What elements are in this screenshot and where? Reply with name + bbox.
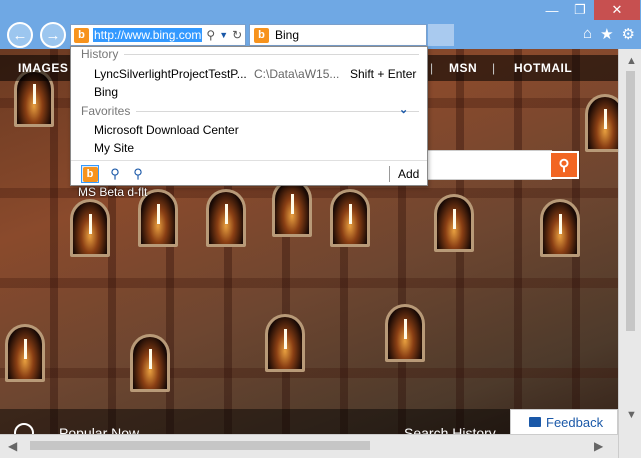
address-bar-dropdown: History LyncSilverlightProjectTestP... C…	[70, 46, 428, 186]
search-icon: ⚲	[110, 166, 120, 181]
nav-images-link[interactable]: IMAGES	[18, 61, 68, 75]
dropdown-arrow-icon[interactable]: ▼	[219, 30, 228, 40]
bing-icon: b	[82, 166, 98, 182]
minimize-button[interactable]: —	[538, 0, 566, 20]
new-tab-area[interactable]	[428, 24, 454, 46]
vertical-scroll-thumb[interactable]	[626, 71, 635, 331]
history-item-shortcut: Shift + Enter	[350, 67, 417, 81]
feedback-button[interactable]: Feedback	[510, 409, 618, 435]
scroll-right-icon[interactable]: ▶	[594, 439, 603, 453]
restore-button[interactable]: ❐	[566, 0, 594, 20]
back-button[interactable]: ←	[7, 22, 33, 48]
tab-bing[interactable]: b Bing	[249, 24, 427, 46]
favorite-item[interactable]: Microsoft Download Center	[94, 123, 239, 137]
scroll-left-icon[interactable]: ◀	[8, 439, 17, 453]
background-niche	[206, 189, 246, 247]
nav-separator: |	[430, 61, 434, 75]
nav-separator: |	[492, 61, 496, 75]
window-controls: — ❐ ✕	[538, 0, 640, 20]
search-provider-bar: b ⚲ ⚲ Add	[71, 160, 427, 186]
background-niche	[5, 324, 45, 382]
favorites-star-icon[interactable]: ★	[600, 25, 613, 43]
scroll-up-icon[interactable]: ▲	[626, 55, 637, 67]
address-bar[interactable]: b http://www.bing.com ⚲ ▼ ↻	[70, 24, 246, 46]
background-niche	[540, 199, 580, 257]
home-icon[interactable]: ⌂	[583, 25, 592, 43]
favorites-header-label: Favorites	[81, 104, 131, 118]
add-provider-button[interactable]: Add	[398, 167, 419, 181]
chevron-down-icon[interactable]: ⌄	[399, 103, 408, 116]
close-button[interactable]: ✕	[594, 0, 640, 20]
scroll-down-icon[interactable]: ▼	[626, 409, 637, 421]
settings-gear-icon[interactable]: ⚙	[622, 25, 635, 43]
history-item-path: C:\Data\aW15...	[254, 67, 340, 81]
chat-bubble-icon	[529, 417, 541, 427]
search-provider-button[interactable]: ⚲	[106, 165, 124, 183]
bing-icon: b	[74, 27, 89, 43]
background-niche	[330, 189, 370, 247]
tab-label: Bing	[275, 28, 300, 42]
bing-search-input[interactable]	[420, 150, 552, 180]
browser-toolbar: — ❐ ✕ ← → b http://www.bing.com ⚲ ▼ ↻ b …	[0, 0, 641, 49]
beta-label: MS Beta d-flt	[78, 185, 148, 199]
history-item[interactable]: LyncSilverlightProjectTestP...	[94, 67, 247, 81]
background-niche	[265, 314, 305, 372]
nav-msn-link[interactable]: MSN	[449, 61, 477, 75]
feedback-label: Feedback	[546, 414, 604, 430]
history-header-label: History	[81, 47, 119, 61]
forward-button[interactable]: →	[40, 22, 66, 48]
horizontal-scroll-thumb[interactable]	[30, 441, 370, 450]
favorites-section-header: Favorites	[81, 104, 419, 118]
search-icon[interactable]: ⚲	[206, 28, 215, 42]
background-niche	[272, 179, 312, 237]
history-section-header: History	[81, 47, 419, 61]
search-icon: ⚲	[558, 157, 570, 174]
vertical-scrollbar[interactable]: ▲ ▼	[618, 49, 641, 458]
refresh-icon[interactable]: ↻	[232, 28, 242, 42]
bing-search-button[interactable]: ⚲	[549, 151, 579, 179]
divider	[389, 166, 390, 182]
bing-icon: b	[254, 27, 269, 43]
favorite-item[interactable]: My Site	[94, 141, 134, 155]
arrow-right-icon: →	[45, 26, 61, 44]
background-niche	[130, 334, 170, 392]
arrow-left-icon: ←	[12, 26, 28, 44]
background-niche	[434, 194, 474, 252]
search-icon: ⚲	[133, 166, 143, 181]
bing-provider-button[interactable]: b	[81, 165, 99, 183]
address-url[interactable]: http://www.bing.com	[93, 28, 203, 42]
background-niche	[70, 199, 110, 257]
background-niche	[385, 304, 425, 362]
horizontal-scrollbar[interactable]: ◀ ▶	[0, 434, 618, 458]
nav-hotmail-link[interactable]: HOTMAIL	[514, 61, 572, 75]
history-item[interactable]: Bing	[94, 85, 118, 99]
search-provider-button[interactable]: ⚲	[129, 165, 147, 183]
